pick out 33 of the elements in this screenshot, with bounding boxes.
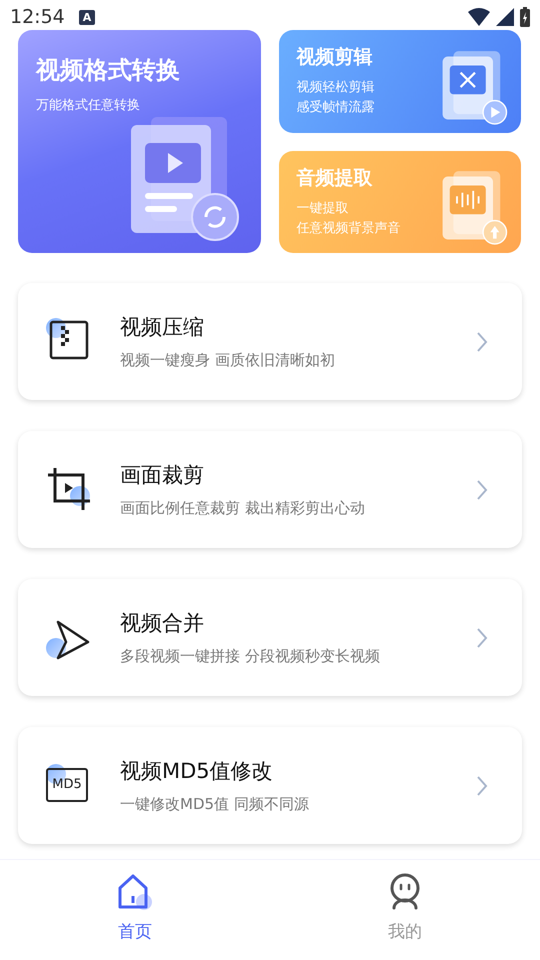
feature-description: 多段视频一键拼接 分段视频秒变长视频: [120, 647, 381, 666]
banner-subtitle: 万能格式任意转换: [36, 97, 141, 115]
feature-card[interactable]: 视频压缩 视频一键瘦身 画质依旧清晰如初: [18, 283, 522, 400]
banner-subtitle: 一键提取: [296, 200, 350, 218]
feature-card[interactable]: 画面裁剪 画面比例任意裁剪 裁出精彩剪出心动: [18, 431, 522, 548]
feature-banner[interactable]: 视频格式转换 万能格式任意转换: [18, 30, 260, 253]
battery-icon: [520, 7, 530, 27]
signal-icon: [496, 8, 514, 26]
banner-subtitle: 任意视频背景声音: [296, 220, 402, 238]
banner-title: 视频剪辑: [296, 45, 374, 70]
chevron-right-icon: [476, 330, 488, 352]
feature-card[interactable]: 视频合并 多段视频一键拼接 分段视频秒变长视频: [18, 579, 522, 696]
feature-banner[interactable]: 视频剪辑 视频轻松剪辑 感受帧情流露: [278, 30, 521, 132]
banner-subtitle: 感受帧情流露: [296, 99, 376, 117]
feature-title: 视频MD5值修改: [120, 758, 274, 785]
wifi-icon: [468, 8, 490, 26]
chevron-right-icon: [476, 626, 488, 648]
feature-card[interactable]: MD5 视频MD5值修改 一键修改MD5值 同频不同源: [18, 727, 522, 844]
status-time: 12:54: [10, 6, 65, 28]
banner-subtitle: 视频轻松剪辑: [296, 79, 376, 97]
feature-title: 视频压缩: [120, 314, 205, 341]
banner-title: 视频格式转换: [36, 55, 181, 86]
nav-tab[interactable]: 首页: [0, 860, 270, 960]
feature-title: 画面裁剪: [120, 462, 205, 489]
banner-title: 音频提取: [296, 166, 374, 190]
nav-tab[interactable]: 我的: [270, 860, 540, 960]
feature-description: 一键修改MD5值 同频不同源: [120, 795, 310, 814]
chevron-right-icon: [476, 478, 488, 500]
keyboard-badge: A: [78, 10, 96, 24]
feature-title: 视频合并: [120, 610, 205, 637]
chevron-right-icon: [476, 774, 488, 796]
feature-description: 画面比例任意裁剪 裁出精彩剪出心动: [120, 499, 366, 518]
feature-description: 视频一键瘦身 画质依旧清晰如初: [120, 351, 336, 370]
